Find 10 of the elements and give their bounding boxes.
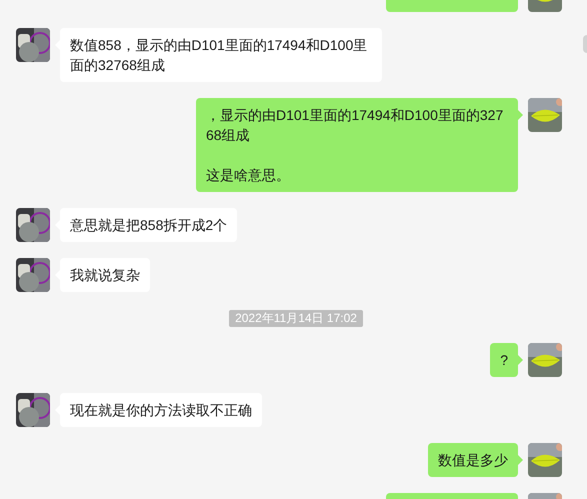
message-text: 数值是多少 [438,451,508,470]
message-text: ? [500,351,508,370]
scrollbar[interactable] [583,35,587,53]
message-text: ，显示的由D101里面的17494和D100里面的32768组成 [206,106,504,145]
message-text: 意思就是把858拆开成2个 [70,216,228,235]
message-text: 这是啥意思。 [206,166,291,185]
message-text: 现在就是你的方法读取不正确 [70,401,252,420]
timestamp: 2022年11月14日 17:02 [229,310,363,327]
message-text: 我就说复杂 [70,266,140,285]
message-text: 数值858，显示的由D101里面的17494和D100里面的32768组成 [70,36,368,75]
